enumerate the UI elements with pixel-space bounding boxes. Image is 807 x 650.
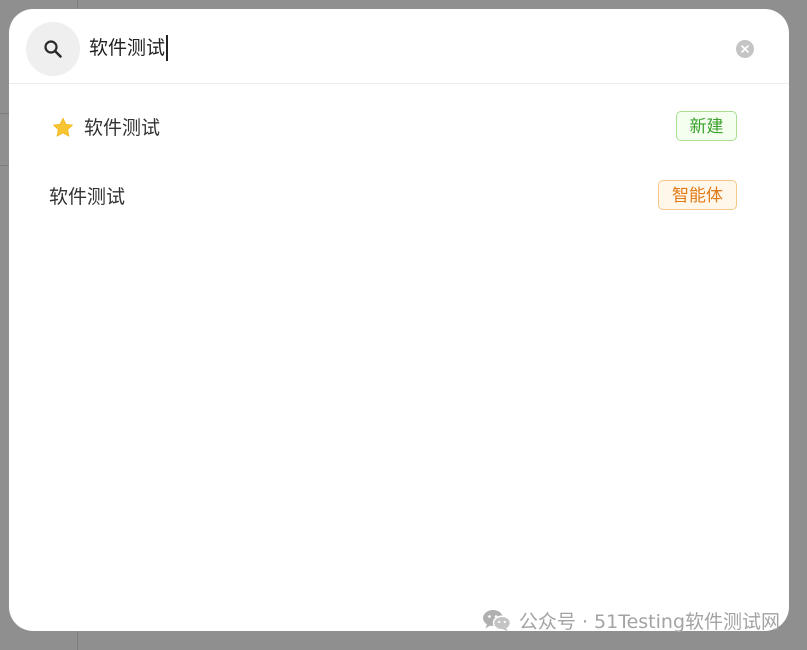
watermark-text: 公众号 · 51Testing软件测试网 xyxy=(518,610,780,633)
search-bar: 软件测试 xyxy=(9,9,789,84)
search-icon xyxy=(44,40,62,58)
result-label: 软件测试 xyxy=(84,117,161,139)
star-icon xyxy=(53,117,73,137)
agent-badge: 智能体 xyxy=(658,180,737,210)
clear-search-button[interactable] xyxy=(736,40,754,58)
result-item-agent[interactable]: 软件测试 智能体 xyxy=(9,169,789,225)
new-badge: 新建 xyxy=(676,111,737,141)
text-caret xyxy=(166,35,169,61)
result-label: 软件测试 xyxy=(49,186,126,208)
search-button[interactable] xyxy=(26,22,80,76)
search-input[interactable]: 软件测试 xyxy=(89,33,169,63)
wechat-icon xyxy=(482,610,512,632)
watermark: 公众号 · 51Testing软件测试网 xyxy=(481,607,780,633)
result-item-new[interactable]: 软件测试 新建 xyxy=(9,100,789,156)
close-icon xyxy=(741,45,749,53)
search-dialog: 软件测试 软件测试 新建 软件测试 智能体 xyxy=(9,9,789,631)
search-query-text: 软件测试 xyxy=(89,37,166,59)
